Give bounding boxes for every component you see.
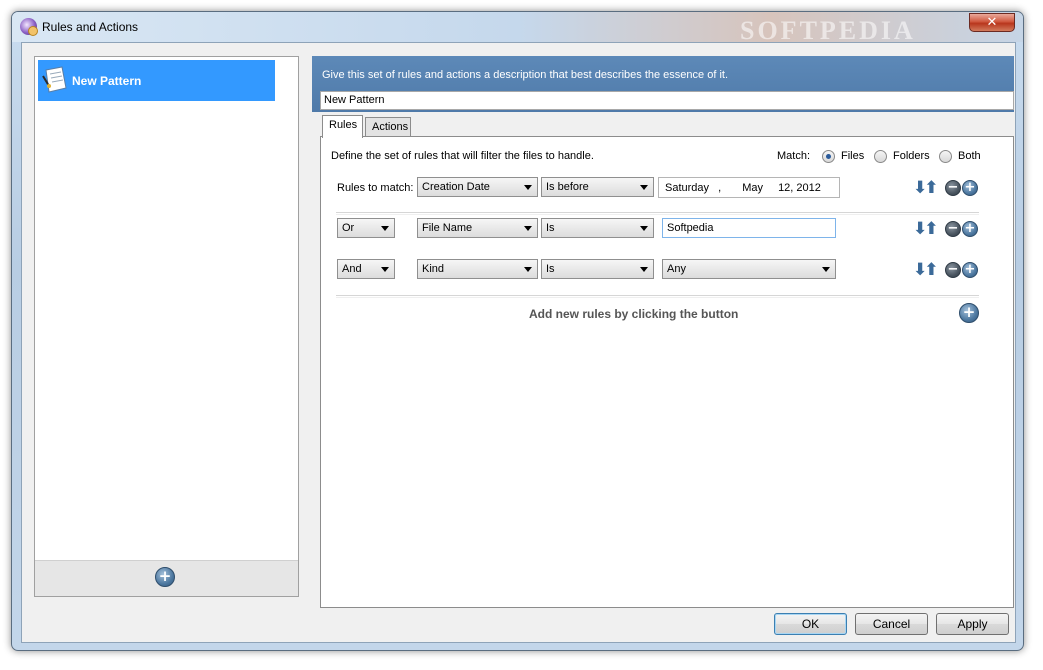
- rules-to-match-label: Rules to match:: [337, 182, 414, 194]
- tab-rules[interactable]: Rules: [322, 115, 363, 138]
- patterns-list[interactable]: New Pattern +: [34, 56, 299, 597]
- rule-separator: [336, 212, 979, 215]
- date-day-year: 12, 2012: [778, 182, 821, 194]
- rule-3-move-arrows-icon[interactable]: ⬇⬆: [913, 260, 938, 280]
- chevron-down-icon: [640, 267, 648, 272]
- rule-1-date-picker[interactable]: Saturday , May 12, 2012: [658, 177, 840, 198]
- rule-row-3: And Kind Is Any ⬇⬆ − +: [321, 259, 1013, 287]
- match-label: Match:: [777, 150, 811, 162]
- rule-1-move-arrows-icon[interactable]: ⬇⬆: [913, 178, 938, 198]
- match-files-label: Files: [841, 150, 865, 162]
- rule-2-add-button[interactable]: +: [962, 221, 978, 237]
- define-rules-text: Define the set of rules that will filter…: [331, 150, 594, 162]
- rule-1-field-value: Creation Date: [422, 181, 490, 193]
- app-icon: [20, 18, 38, 36]
- rule-2-field-select[interactable]: File Name: [417, 218, 538, 238]
- add-rules-hint: Add new rules by clicking the button: [529, 307, 739, 321]
- chevron-down-icon: [524, 226, 532, 231]
- ok-button[interactable]: OK: [774, 613, 847, 635]
- match-folders-radio[interactable]: [874, 150, 887, 163]
- pattern-label: New Pattern: [72, 74, 142, 88]
- rule-3-operator-select[interactable]: Is: [541, 259, 654, 279]
- client-area: New Pattern + Give this set of rules and…: [21, 42, 1016, 643]
- date-separator: ,: [718, 182, 722, 194]
- date-weekday: Saturday: [665, 182, 710, 194]
- match-both-radio[interactable]: [939, 150, 952, 163]
- pattern-document-icon: [42, 66, 67, 93]
- apply-button[interactable]: Apply: [936, 613, 1009, 635]
- close-button[interactable]: ✕: [969, 13, 1015, 32]
- rule-2-move-arrows-icon[interactable]: ⬇⬆: [913, 219, 938, 239]
- description-input[interactable]: New Pattern: [320, 91, 1014, 110]
- rule-row-1: Rules to match: Creation Date Is before …: [321, 177, 1013, 205]
- rules-panel: Define the set of rules that will filter…: [320, 136, 1014, 608]
- rule-1-add-button[interactable]: +: [962, 180, 978, 196]
- rule-2-connector-value: Or: [342, 222, 355, 234]
- description-hint: Give this set of rules and actions a des…: [322, 69, 728, 81]
- rule-2-remove-button[interactable]: −: [945, 221, 961, 237]
- window-title: Rules and Actions: [42, 20, 139, 34]
- chevron-down-icon: [822, 267, 830, 272]
- rule-1-field-select[interactable]: Creation Date: [417, 177, 538, 197]
- rule-3-operator-value: Is: [546, 263, 555, 275]
- chevron-down-icon: [524, 185, 532, 190]
- rule-3-value: Any: [667, 263, 686, 275]
- add-pattern-button[interactable]: +: [155, 567, 175, 587]
- rule-3-remove-button[interactable]: −: [945, 262, 961, 278]
- cancel-button[interactable]: Cancel: [855, 613, 928, 635]
- rule-1-operator-value: Is before: [546, 181, 589, 193]
- rule-separator: [336, 295, 979, 298]
- rule-2-value-input[interactable]: Softpedia: [662, 218, 836, 238]
- match-files-radio[interactable]: [822, 150, 835, 163]
- rule-3-add-button[interactable]: +: [962, 262, 978, 278]
- chevron-down-icon: [640, 185, 648, 190]
- rule-3-field-select[interactable]: Kind: [417, 259, 538, 279]
- rule-3-connector-select[interactable]: And: [337, 259, 395, 279]
- title-bar[interactable]: Rules and Actions SOFTPEDIA ✕: [12, 12, 1023, 45]
- rule-1-operator-select[interactable]: Is before: [541, 177, 654, 197]
- match-both-label: Both: [958, 150, 981, 162]
- rule-2-connector-select[interactable]: Or: [337, 218, 395, 238]
- rule-3-connector-value: And: [342, 263, 362, 275]
- patterns-footer: +: [35, 560, 298, 596]
- rule-2-operator-value: Is: [546, 222, 555, 234]
- rule-3-value-select[interactable]: Any: [662, 259, 836, 279]
- rule-3-field-value: Kind: [422, 263, 445, 275]
- rules-and-actions-window: Rules and Actions SOFTPEDIA ✕ New Patter…: [11, 11, 1024, 651]
- list-item-new-pattern[interactable]: New Pattern: [38, 60, 275, 101]
- rule-row-2: Or File Name Is Softpedia ⬇⬆ − +: [321, 218, 1013, 246]
- tab-actions[interactable]: Actions: [365, 117, 411, 137]
- date-month: May: [742, 182, 763, 194]
- chevron-down-icon: [381, 226, 389, 231]
- chevron-down-icon: [524, 267, 532, 272]
- rule-2-operator-select[interactable]: Is: [541, 218, 654, 238]
- match-folders-label: Folders: [893, 150, 930, 162]
- add-rule-button[interactable]: +: [959, 303, 979, 323]
- rule-1-remove-button[interactable]: −: [945, 180, 961, 196]
- rule-2-field-value: File Name: [422, 222, 473, 234]
- chevron-down-icon: [640, 226, 648, 231]
- chevron-down-icon: [381, 267, 389, 272]
